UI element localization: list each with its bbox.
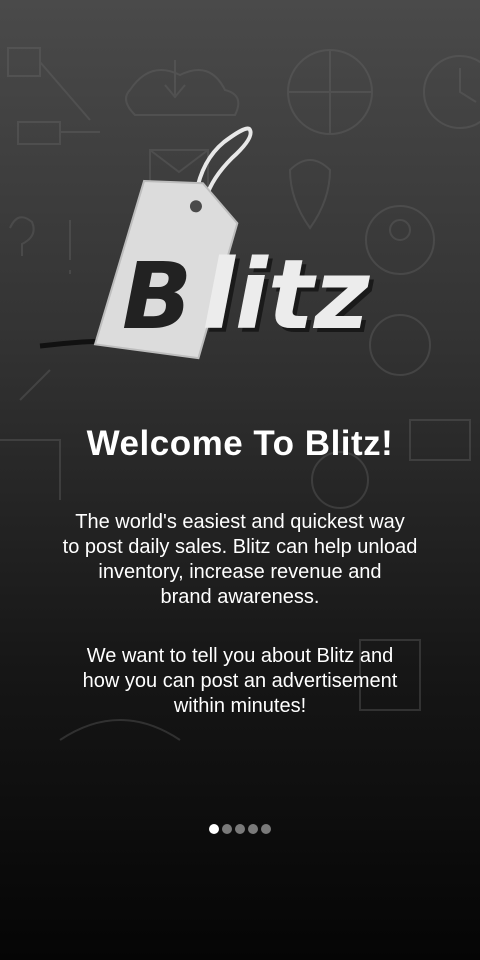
page-dot-5[interactable]	[261, 824, 271, 834]
page-dot-3[interactable]	[235, 824, 245, 834]
blitz-logo: B litz litz	[39, 126, 375, 360]
page-indicator[interactable]	[0, 824, 480, 834]
welcome-title: Welcome To Blitz!	[86, 424, 394, 463]
welcome-subdescription: We want to tell you about Blitz and how …	[82, 645, 398, 717]
page-dot-2[interactable]	[222, 824, 232, 834]
logo-text-face: litz	[202, 239, 371, 351]
welcome-description: The world's easiest and quickest way to …	[62, 511, 418, 608]
logo-mark: B	[122, 243, 192, 350]
page-dot-4[interactable]	[248, 824, 258, 834]
page-dot-1[interactable]	[209, 824, 219, 834]
